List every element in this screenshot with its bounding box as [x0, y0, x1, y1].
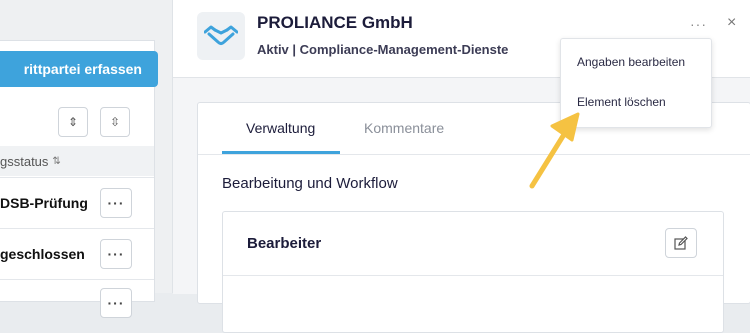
assignee-card-title: Bearbeiter — [247, 235, 322, 252]
list-item-label: geschlossen — [0, 246, 85, 262]
tab-verwaltung[interactable]: Verwaltung — [246, 103, 315, 153]
tab-label: Kommentare — [364, 120, 445, 136]
company-logo — [197, 12, 245, 60]
edit-button[interactable] — [665, 228, 697, 258]
section-title: Bearbeitung und Workflow — [222, 175, 398, 192]
more-icon: ··· — [107, 246, 125, 262]
divider — [223, 275, 723, 276]
more-icon: ··· — [107, 295, 125, 311]
options-dropdown-menu: Angaben bearbeiten Element löschen — [560, 38, 712, 128]
page-title: PROLIANCE GmbH — [257, 13, 413, 32]
sort-icon: ⇅ — [52, 155, 61, 167]
handshake-icon — [204, 25, 238, 45]
assignee-card: Bearbeiter — [222, 211, 724, 333]
add-third-party-button[interactable]: rittpartei erfassen — [0, 51, 158, 87]
edit-icon — [674, 236, 688, 250]
row-actions-button[interactable]: ··· — [100, 239, 132, 269]
expand-vertical-icon[interactable]: ⇕ — [58, 107, 88, 137]
list-item-label: DSB-Prüfung — [0, 195, 88, 211]
more-options-button[interactable]: ··· — [690, 16, 707, 32]
close-button[interactable]: × — [727, 14, 736, 32]
column-header[interactable]: gsstatus ⇅ — [0, 146, 154, 176]
list-item[interactable]: DSB-Prüfung ··· — [0, 177, 154, 228]
collapse-vertical-icon[interactable]: ⇳ — [100, 107, 130, 137]
status-subtitle: Aktiv | Compliance-Management-Dienste — [257, 42, 509, 57]
more-icon: ··· — [107, 195, 125, 211]
tab-label: Verwaltung — [246, 120, 316, 136]
menu-item-edit-details[interactable]: Angaben bearbeiten — [577, 55, 685, 69]
divider — [198, 154, 750, 155]
background-list-panel: rittpartei erfassen ⇕ ⇳ gsstatus ⇅ DSB-P… — [0, 0, 172, 318]
list-item[interactable]: geschlossen ··· — [0, 228, 154, 279]
tabs-card: Verwaltung Kommentare Bearbeitung und Wo… — [197, 102, 750, 333]
menu-item-delete-element[interactable]: Element löschen — [577, 95, 666, 109]
column-header-label: gsstatus — [0, 153, 49, 169]
add-third-party-label: rittpartei erfassen — [23, 61, 142, 77]
row-actions-button[interactable]: ··· — [100, 188, 132, 218]
tab-kommentare[interactable]: Kommentare — [364, 103, 444, 153]
list-item[interactable]: ··· — [0, 279, 154, 330]
